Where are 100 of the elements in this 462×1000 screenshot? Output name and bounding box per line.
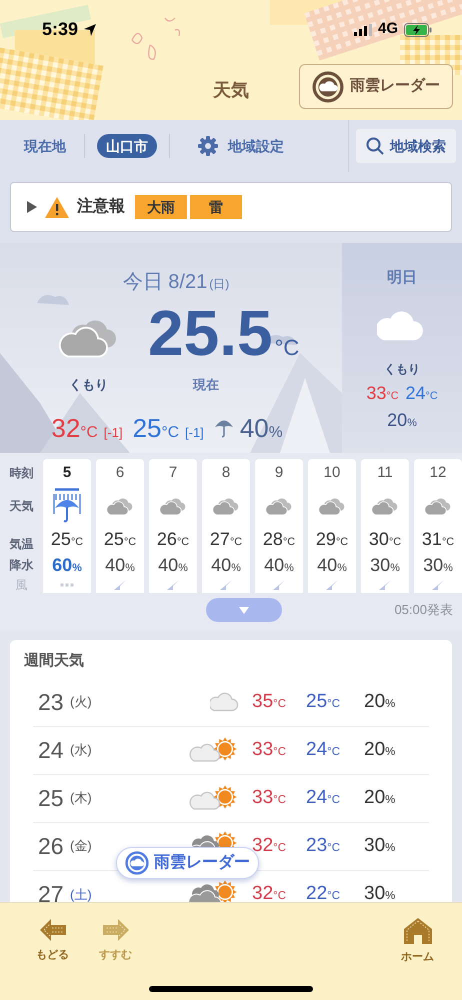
unit-label: °C [386, 390, 398, 402]
hour-precipitation: 40 [158, 554, 178, 574]
unit-label: % [390, 562, 400, 574]
area-settings-link[interactable]: 地域設定 [198, 136, 284, 156]
row-label: 風 [16, 577, 28, 593]
location-tab[interactable]: 山口市 [97, 134, 157, 158]
weather-label: くもり [384, 360, 420, 378]
network-label: 4G [378, 19, 398, 40]
area-search-button[interactable]: 地域検索 [356, 129, 456, 163]
unit-label: % [407, 416, 417, 428]
tomorrow-label: 明日 [387, 268, 417, 288]
unit-label: °C [70, 536, 84, 548]
radar-button[interactable]: 雨雲レーダー [299, 64, 453, 109]
wind-arrow-icon [219, 579, 233, 591]
high-difference: [-1] [104, 424, 123, 442]
unit-label: % [178, 562, 188, 574]
unit-label: % [443, 562, 453, 574]
unit-label: % [385, 746, 396, 758]
hour-temperature: 26 [156, 529, 177, 549]
low-temperature: 25 [132, 412, 162, 442]
high-temperature: 32 [51, 412, 80, 442]
day-number: 24 [37, 736, 65, 765]
back-button[interactable]: もどる [36, 917, 69, 964]
unit-label: °C [327, 794, 340, 806]
radar-cloud-icon [125, 851, 149, 875]
high-temperature: 32 [252, 883, 274, 902]
unit-label: °C [327, 842, 340, 854]
umbrella-icon [214, 418, 234, 438]
hour-precipitation: 40 [264, 554, 284, 574]
left-arrow-icon [38, 917, 68, 943]
hour-precipitation: 30 [370, 554, 390, 574]
hour-label: 11 [377, 462, 393, 483]
low-temperature: 23 [306, 834, 328, 856]
unit-label: °C [327, 746, 340, 758]
location-arrow-icon [83, 22, 98, 36]
alert-label: 注意報 [77, 196, 125, 217]
high-temperature: 33 [366, 382, 386, 402]
precipitation-chance: 20 [364, 738, 386, 760]
hour-label: 10 [324, 462, 340, 483]
unit-label: °C [273, 746, 286, 758]
low-temperature: 22 [306, 883, 328, 902]
row-label: 降水 [10, 557, 34, 574]
warning-icon [45, 196, 69, 218]
caret-down-icon [239, 606, 249, 614]
search-icon [366, 137, 384, 155]
unit-label: °C [327, 890, 340, 902]
unit-label: % [268, 424, 283, 440]
alert-bar[interactable]: 注意報 大雨 雷 [10, 182, 452, 232]
unit-label: °C [162, 424, 180, 440]
day-number: 25 [37, 784, 65, 813]
unit-label: °C [327, 698, 340, 710]
unit-label: % [385, 890, 396, 902]
weekday-label: (土) [70, 886, 93, 902]
today-date: 今日 8/21 [122, 270, 208, 295]
high-temperature: 33 [252, 738, 274, 760]
unit-label: °C [388, 536, 402, 548]
row-label: 気温 [10, 536, 34, 553]
status-time: 5:39 [42, 18, 78, 41]
alert-tag: 雷 [190, 195, 242, 219]
hour-label: 6 [116, 462, 124, 483]
hour-temperature: 30 [368, 529, 389, 549]
hour-temperature: 25 [50, 529, 71, 549]
wind-arrow-icon [272, 579, 286, 591]
day-number: 26 [37, 832, 65, 861]
row-label: 時刻 [10, 465, 34, 482]
right-arrow-icon [100, 917, 130, 943]
wind-arrow-icon [325, 579, 339, 591]
unit-label: °C [273, 794, 286, 806]
hour-temperature: 29 [316, 529, 336, 549]
low-temperature: 24 [406, 382, 426, 402]
unit-label: °C [124, 536, 136, 548]
unit-label: % [72, 562, 82, 574]
home-button[interactable]: ホーム [401, 917, 434, 966]
precipitation-chance: 20 [364, 786, 386, 808]
row-label: 天気 [10, 498, 34, 515]
weekly-title: 週間天気 [23, 651, 85, 671]
today-weekday: (日) [209, 276, 230, 293]
dots-icon [60, 583, 74, 587]
unit-label: % [231, 562, 241, 574]
unit-label: °C [282, 536, 296, 548]
expand-button[interactable] [206, 598, 282, 622]
weekday-label: (金) [70, 837, 93, 856]
unit-label: °C [426, 390, 438, 402]
hour-temperature: 27 [210, 529, 230, 549]
hour-precipitation: 40 [105, 554, 126, 574]
issued-time: 05:00発表 [394, 601, 453, 620]
wind-arrow-icon [113, 579, 127, 591]
high-temperature: 33 [252, 786, 274, 808]
unit-label: °C [176, 536, 190, 548]
hour-precipitation: 60 [52, 554, 72, 574]
unit-label: °C [274, 334, 300, 362]
low-temperature: 25 [306, 690, 328, 712]
signal-icon [354, 24, 372, 36]
location-tab[interactable]: 現在地 [18, 134, 72, 158]
battery-charging-icon [404, 22, 432, 36]
low-temperature: 24 [306, 786, 328, 808]
current-label: 現在 [193, 376, 219, 394]
unit-label: % [385, 794, 396, 806]
unit-label: °C [273, 890, 286, 902]
day-number: 23 [37, 688, 65, 717]
